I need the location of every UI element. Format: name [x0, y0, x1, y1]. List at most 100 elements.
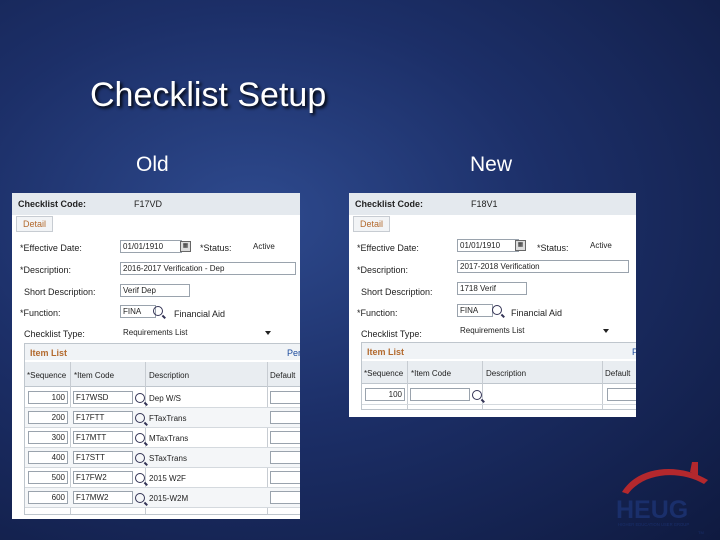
column-header-item-code[interactable]: *Item Code: [74, 371, 114, 380]
logo-text: HEUG: [616, 496, 688, 524]
lookup-icon[interactable]: [135, 453, 145, 463]
item-description: Dep W/S: [149, 394, 182, 403]
personalize-link[interactable]: P: [632, 347, 636, 357]
checklist-type-dropdown[interactable]: Requirements List: [457, 324, 613, 337]
table-row: 200 F17FTT FTaxTrans: [25, 408, 300, 428]
short-description-label: Short Description:: [24, 287, 96, 297]
column-header-default[interactable]: Default: [605, 369, 630, 378]
status-dropdown[interactable]: Active: [250, 240, 300, 253]
item-code-field[interactable]: F17STT: [73, 451, 133, 464]
lookup-icon[interactable]: [135, 473, 145, 483]
description-label: *Description:: [357, 265, 409, 275]
status-dropdown[interactable]: Active: [587, 239, 636, 252]
effective-date-field[interactable]: 01/01/1910: [457, 239, 519, 252]
short-description-label: Short Description:: [361, 287, 433, 297]
new-column-label: New: [470, 153, 513, 176]
default-field[interactable]: [270, 471, 300, 484]
table-row: 300 F17MTT MTaxTrans: [25, 428, 300, 448]
item-list-title: Item List: [30, 348, 68, 358]
table-row: 100 F17WSD Dep W/S: [25, 388, 300, 408]
item-description: MTaxTrans: [149, 434, 189, 443]
tab-detail[interactable]: Detail: [353, 216, 391, 232]
sequence-field[interactable]: 100: [365, 388, 405, 401]
description-field[interactable]: 2016-2017 Verification - Dep: [120, 262, 296, 275]
tab-detail[interactable]: Detail: [16, 216, 54, 232]
slide-title: Checklist Setup: [90, 76, 327, 114]
calendar-icon[interactable]: ▦: [180, 241, 191, 252]
item-code-field[interactable]: F17MW2: [73, 491, 133, 504]
old-checklist-panel: Checklist Code: F17VD Detail *Effective …: [12, 193, 300, 519]
table-row: 400 F17STT STaxTrans: [25, 448, 300, 468]
checklist-code-value: F17VD: [134, 199, 163, 209]
sequence-field[interactable]: 400: [28, 451, 68, 464]
item-description: 2015 W2F: [149, 474, 186, 483]
item-code-field[interactable]: [410, 388, 470, 401]
item-code-field[interactable]: F17WSD: [73, 391, 133, 404]
row-divider: [362, 404, 636, 405]
item-description: STaxTrans: [149, 454, 187, 463]
checklist-code-label: Checklist Code:: [355, 199, 424, 209]
lookup-icon[interactable]: [135, 433, 145, 443]
default-field[interactable]: [270, 491, 300, 504]
default-field[interactable]: [607, 388, 636, 401]
table-row: 500 F17FW2 2015 W2F: [25, 468, 300, 488]
column-header-default[interactable]: Default: [270, 371, 295, 380]
column-header-description[interactable]: Description: [149, 371, 189, 380]
description-field[interactable]: 2017-2018 Verification: [457, 260, 629, 273]
function-field[interactable]: FINA: [120, 305, 156, 318]
old-column-label: Old: [136, 153, 169, 176]
column-header-description[interactable]: Description: [486, 369, 526, 378]
checklist-type-label: Checklist Type:: [361, 329, 422, 339]
sequence-field[interactable]: 500: [28, 471, 68, 484]
description-label: *Description:: [20, 265, 72, 275]
status-label: *Status:: [200, 243, 232, 253]
chevron-down-icon[interactable]: [265, 331, 271, 335]
effective-date-label: *Effective Date:: [20, 243, 82, 253]
column-header-sequence[interactable]: *Sequence: [27, 371, 66, 380]
sequence-field[interactable]: 100: [28, 391, 68, 404]
item-list-grid: Item List P *Sequence *Item Code Descrip…: [361, 342, 636, 410]
effective-date-field[interactable]: 01/01/1910: [120, 240, 182, 253]
function-field[interactable]: FINA: [457, 304, 493, 317]
sequence-field[interactable]: 200: [28, 411, 68, 424]
function-description: Financial Aid: [174, 309, 226, 319]
item-list-title: Item List: [367, 347, 405, 357]
lookup-icon[interactable]: [135, 413, 145, 423]
function-description: Financial Aid: [511, 308, 563, 318]
function-label: *Function:: [357, 308, 398, 318]
row-divider: [25, 507, 300, 508]
sequence-field[interactable]: 600: [28, 491, 68, 504]
default-field[interactable]: [270, 451, 300, 464]
checklist-type-dropdown[interactable]: Requirements List: [120, 326, 276, 339]
sequence-field[interactable]: 300: [28, 431, 68, 444]
logo-trademark: TM: [698, 530, 704, 535]
function-label: *Function:: [20, 308, 61, 318]
calendar-icon[interactable]: ▦: [515, 240, 526, 251]
column-header-item-code[interactable]: *Item Code: [411, 369, 451, 378]
table-row: 100: [362, 385, 636, 405]
table-row: 600 F17MW2 2015-W2M: [25, 488, 300, 508]
column-header-sequence[interactable]: *Sequence: [364, 369, 403, 378]
lookup-icon[interactable]: [135, 493, 145, 503]
effective-date-label: *Effective Date:: [357, 243, 419, 253]
item-code-field[interactable]: F17MTT: [73, 431, 133, 444]
item-list-grid: Item List Pers *Sequence *Item Code Desc…: [24, 343, 300, 515]
personalize-link[interactable]: Pers: [287, 348, 300, 358]
item-code-field[interactable]: F17FTT: [73, 411, 133, 424]
lookup-icon[interactable]: [492, 305, 502, 315]
chevron-down-icon[interactable]: [603, 329, 609, 333]
lookup-icon[interactable]: [153, 306, 163, 316]
default-field[interactable]: [270, 411, 300, 424]
default-field[interactable]: [270, 391, 300, 404]
logo-subtext: HIGHER EDUCATION USER GROUP: [618, 522, 689, 527]
lookup-icon[interactable]: [135, 393, 145, 403]
item-description: 2015-W2M: [149, 494, 189, 503]
item-description: FTaxTrans: [149, 414, 187, 423]
short-description-field[interactable]: 1718 Verif: [457, 282, 527, 295]
item-code-field[interactable]: F17FW2: [73, 471, 133, 484]
short-description-field[interactable]: Verif Dep: [120, 284, 190, 297]
checklist-code-value: F18V1: [471, 199, 498, 209]
heug-logo: HEUG HIGHER EDUCATION USER GROUP TM: [616, 462, 708, 535]
default-field[interactable]: [270, 431, 300, 444]
lookup-icon[interactable]: [472, 390, 482, 400]
